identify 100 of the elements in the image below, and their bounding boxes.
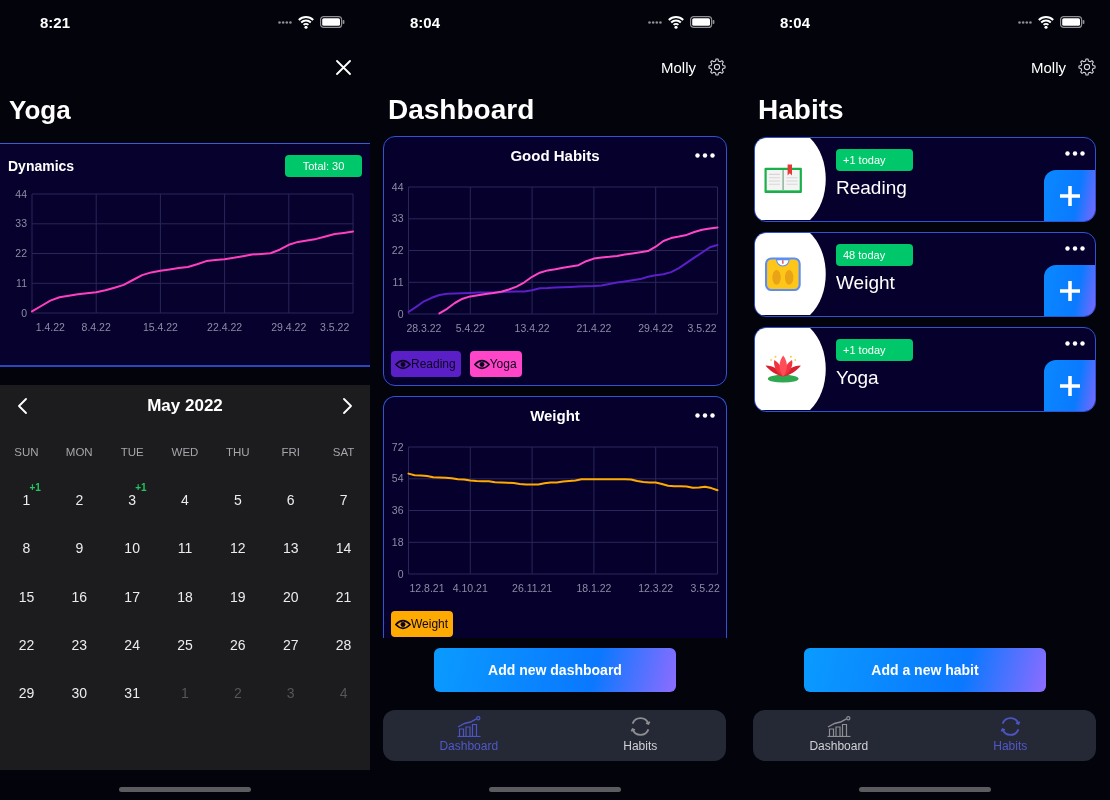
plus-icon [1059,280,1080,301]
axis-tick-label: 36 [391,504,404,516]
calendar-day[interactable]: 28 [335,637,352,654]
axis-tick-label: 22 [15,247,27,259]
calendar-day[interactable]: 15 [18,588,35,605]
axis-tick-label: 26.11.21 [512,582,553,594]
calendar-day[interactable]: 7 [339,492,348,509]
screen-title: Dashboard [388,93,535,127]
add-button[interactable] [1044,265,1095,316]
more-icon[interactable] [695,152,715,158]
open-book-icon [755,138,828,220]
today-badge: 48 today [836,244,913,266]
wifi-icon [1038,15,1054,29]
battery-icon [320,16,345,28]
close-icon[interactable] [336,59,351,75]
tab[interactable]: Habits [554,710,726,761]
weekday-label: MON [65,446,93,458]
card-title: Weight [530,406,580,424]
axis-tick-label: 29.4.22 [271,321,307,333]
calendar-day[interactable]: 6 [286,492,295,509]
calendar-day[interactable]: 20 [282,588,299,605]
calendar-day[interactable]: 21 [335,588,352,605]
calendar-day[interactable]: 26 [230,637,246,654]
habit-card[interactable]: +1 today Yoga [754,327,1096,412]
calendar-day[interactable]: 24 [124,637,140,654]
wifi-icon [298,15,314,29]
calendar-day[interactable]: 16 [71,588,88,605]
weekday-label: TUE [120,446,144,458]
calendar-day[interactable]: 12 [230,540,246,557]
axis-tick-label: 4.10.21 [452,582,488,594]
day-count-label: +1 [29,482,41,493]
calendar-day[interactable]: 11 [177,540,193,557]
calendar-day[interactable]: 29 [18,685,35,702]
settings-icon[interactable] [708,58,726,76]
calendar-day[interactable]: 25 [177,637,193,654]
status-time: 8:04 [410,13,441,31]
settings-icon[interactable] [1078,58,1096,76]
battery-icon [1060,16,1085,28]
bar-chart-icon [456,716,481,737]
eye-icon [395,618,411,630]
refresh-icon [999,716,1021,737]
weekday-label: THU [226,446,250,458]
axis-tick-label: 5.4.22 [455,322,485,334]
axis-tick-label: 1.4.22 [35,321,65,333]
axis-tick-label: 8.4.22 [81,321,111,333]
axis-tick-label: 44 [15,187,27,200]
calendar-day[interactable]: 22 [18,637,35,654]
add-button[interactable] [1044,360,1095,411]
axis-tick-label: 44 [391,180,404,193]
habit-card[interactable]: 48 today Weight [754,232,1096,317]
calendar-day[interactable]: 14 [335,540,352,557]
eye-icon [473,358,490,370]
calendar-day[interactable]: 1 [22,492,31,509]
calendar-day[interactable]: 27 [282,637,299,654]
axis-tick-label: 21.4.22 [576,322,612,334]
axis-tick-label: 11 [392,275,404,288]
month-title: May 2022 [147,396,223,416]
calendar-day[interactable]: 13 [282,540,299,557]
more-icon[interactable] [1065,341,1085,346]
refresh-icon [629,716,651,737]
calendar-day[interactable]: 9 [75,540,84,557]
signal-icon [278,20,292,24]
axis-tick-label: 33 [15,217,27,230]
calendar-day[interactable]: 19 [230,588,246,605]
legend-toggle[interactable]: Weight [391,611,454,637]
day-count-label: +1 [135,482,147,493]
chevron-left-icon[interactable] [18,398,27,414]
chevron-right-icon[interactable] [343,398,352,414]
calendar-day[interactable]: 17 [124,588,140,605]
calendar-day[interactable]: 31 [124,685,140,702]
axis-tick-label: 22 [391,244,404,256]
calendar-day[interactable]: 30 [71,685,88,702]
calendar-day[interactable]: 10 [124,540,140,557]
axis-tick-label: 11 [16,276,27,289]
more-icon[interactable] [1065,246,1085,251]
calendar-day[interactable]: 5 [233,492,242,509]
lotus-flower-icon [755,328,828,410]
calendar-day[interactable]: 3 [128,492,137,509]
add-button[interactable]: Add a new habit [804,648,1046,692]
legend-toggle[interactable]: Yoga [469,351,522,377]
chart-title: Dynamics [8,158,75,174]
more-icon[interactable] [1065,151,1085,156]
calendar-day[interactable]: 23 [71,637,88,654]
bar-chart-icon [826,716,851,737]
weekday-label: WED [171,446,199,458]
today-badge: +1 today [836,149,913,171]
habit-name: Weight [836,272,895,294]
add-button[interactable]: Add new dashboard [434,648,676,692]
tab[interactable]: Dashboard [753,710,925,761]
weekday-label: SUN [14,446,39,458]
more-icon[interactable] [695,412,715,418]
calendar-day[interactable]: 2 [75,492,84,509]
calendar-day[interactable]: 18 [177,588,193,605]
calendar-day[interactable]: 8 [22,540,31,557]
weekday-label: FRI [281,446,300,458]
calendar-day[interactable]: 4 [181,492,189,509]
bathroom-scale-icon [755,233,828,315]
habit-card[interactable]: +1 today Reading [754,137,1096,222]
wifi-icon [668,15,684,29]
add-button[interactable] [1044,170,1095,221]
